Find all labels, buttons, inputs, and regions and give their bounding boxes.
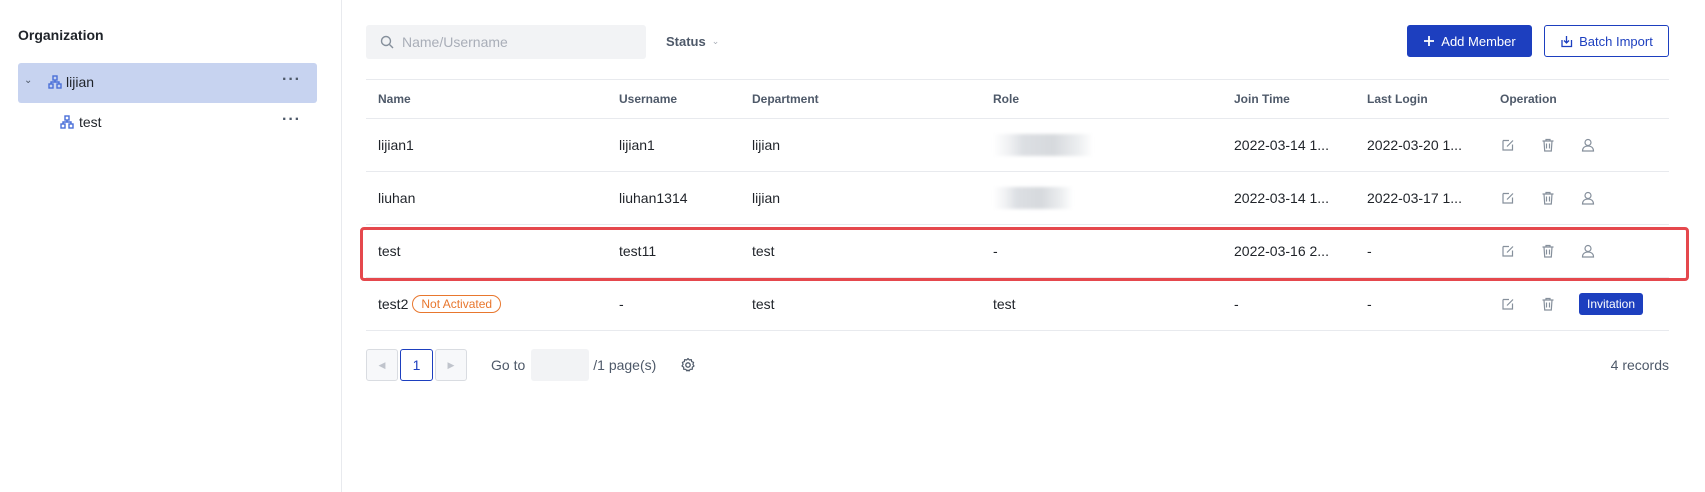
cell-username: - [619,296,624,312]
cell-name-text: test2 [378,296,409,312]
edit-icon[interactable] [1500,190,1516,206]
delete-icon[interactable] [1540,190,1556,206]
status-badge: Not Activated [412,295,502,313]
cell-join-time: 2022-03-14 1... [1234,190,1329,206]
tree-node-label: lijian [66,74,95,90]
cell-join-time: 2022-03-14 1... [1234,137,1329,153]
cell-last-login: - [1367,296,1372,312]
user-permission-icon[interactable] [1580,137,1596,153]
column-header-department: Department [752,92,819,106]
plus-icon [1424,36,1435,46]
column-header-last-login: Last Login [1367,92,1428,106]
cell-last-login: - [1367,243,1372,259]
status-filter-label: Status [666,34,706,49]
add-member-button[interactable]: Add Member [1407,25,1532,57]
status-filter[interactable]: Status ⌄ [666,34,719,49]
cell-role-redacted [993,187,1073,209]
edit-icon[interactable] [1500,296,1516,312]
user-permission-icon[interactable] [1580,243,1596,259]
table-row: lijian1 lijian1 lijian 2022-03-14 1... 2… [366,119,1669,172]
search-icon [380,35,394,49]
cell-role-redacted [993,134,1093,156]
import-icon [1561,35,1573,47]
column-header-username: Username [619,92,678,106]
records-count: 4 records [1610,357,1669,373]
gear-icon[interactable] [680,357,696,373]
members-table: Name Username Department Role Join Time … [366,79,1669,331]
cell-join-time: - [1234,296,1239,312]
org-tree-icon [60,115,74,129]
tree-node-label: test [79,114,102,130]
sidebar: Organization ⌄ lijian ··· test ··· [0,0,342,492]
table-row: test2 Not Activated - test test - - Invit… [366,278,1669,331]
cell-name: liuhan [378,190,416,206]
page-number[interactable]: 1 [400,349,433,381]
org-tree-icon [48,75,62,89]
more-options-icon[interactable]: ··· [282,111,301,129]
delete-icon[interactable] [1540,243,1556,259]
search-input[interactable] [402,34,632,50]
goto-page-input[interactable] [531,349,590,381]
delete-icon[interactable] [1540,296,1556,312]
cell-join-time: 2022-03-16 2... [1234,243,1329,259]
tree-node-test[interactable]: test ··· [18,103,317,143]
cell-department: lijian [752,137,781,153]
column-header-join-time: Join Time [1234,92,1290,106]
delete-icon[interactable] [1540,137,1556,153]
pagination: ◀ 1 ▶ Go to /1 page(s) [366,349,696,381]
user-permission-icon[interactable] [1580,190,1596,206]
total-pages-text: /1 page(s) [593,357,657,373]
cell-username: lijian1 [619,137,655,153]
cell-last-login: 2022-03-17 1... [1367,190,1462,206]
add-member-label: Add Member [1441,33,1516,49]
cell-name: test2 Not Activated [378,295,502,314]
cell-department: test [752,296,775,312]
cell-last-login: 2022-03-20 1... [1367,137,1462,153]
table-row: test test11 test - 2022-03-16 2... - [366,225,1669,278]
cell-username: test11 [619,243,657,259]
tree-node-lijian[interactable]: ⌄ lijian ··· [18,63,317,103]
column-header-role: Role [993,92,1020,106]
invitation-button[interactable]: Invitation [1579,293,1644,315]
column-header-operation: Operation [1500,92,1557,106]
next-page-button[interactable]: ▶ [435,349,467,381]
batch-import-button[interactable]: Batch Import [1544,25,1669,57]
table-header: Name Username Department Role Join Time … [366,79,1669,119]
more-options-icon[interactable]: ··· [282,71,301,89]
batch-import-label: Batch Import [1579,33,1653,49]
search-box[interactable] [366,25,646,59]
table-row: liuhan liuhan1314 lijian 2022-03-14 1...… [366,172,1669,225]
chevron-down-icon[interactable]: ⌄ [24,75,32,86]
cell-name: lijian1 [378,137,414,153]
cell-name: test [378,243,401,259]
cell-department: test [752,243,775,259]
chevron-down-icon: ⌄ [711,36,720,46]
cell-role: test [993,296,1016,312]
edit-icon[interactable] [1500,137,1516,153]
edit-icon[interactable] [1500,243,1516,259]
goto-label: Go to [491,357,526,373]
cell-department: lijian [752,190,781,206]
cell-username: liuhan1314 [619,190,688,206]
cell-role: - [993,243,998,259]
sidebar-title: Organization [18,27,104,43]
column-header-name: Name [378,92,411,106]
prev-page-button[interactable]: ◀ [366,349,398,381]
